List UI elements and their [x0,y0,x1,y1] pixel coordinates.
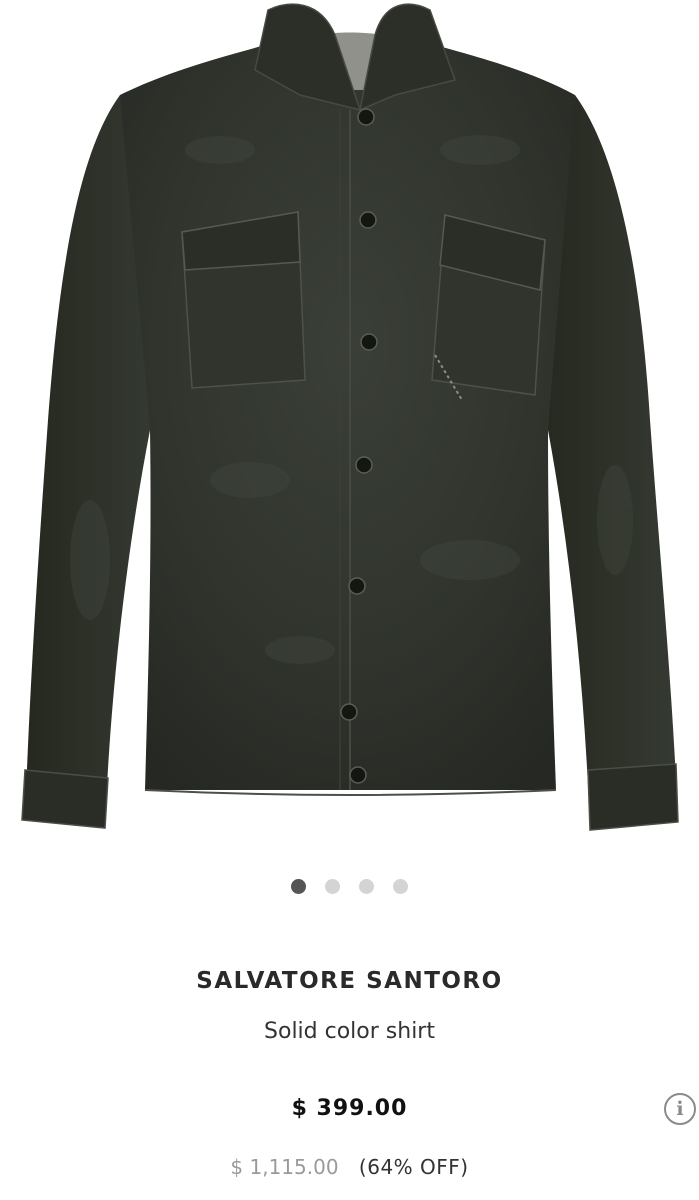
carousel-dot-3[interactable] [359,879,374,894]
discount-badge: (64% OFF) [358,1155,469,1179]
carousel-dot-2[interactable] [325,879,340,894]
info-icon[interactable]: i [664,1093,696,1125]
carousel-dot-1[interactable] [291,879,306,894]
image-carousel-dots [0,879,699,895]
left-cuff [21,769,109,829]
brand-name[interactable]: SALVATORE SANTORO [0,968,699,994]
original-price: $ 1,115.00 [230,1155,339,1179]
product-image[interactable] [0,0,699,860]
shirt-illustration [21,3,679,831]
carousel-dot-4[interactable] [393,879,408,894]
right-cuff [587,763,679,831]
current-price: $ 399.00 [291,1096,408,1121]
info-icon-glyph: i [676,1098,684,1120]
product-name: Solid color shirt [264,1019,435,1044]
original-price-row: $ 1,115.00 (64% OFF) [0,1155,699,1179]
